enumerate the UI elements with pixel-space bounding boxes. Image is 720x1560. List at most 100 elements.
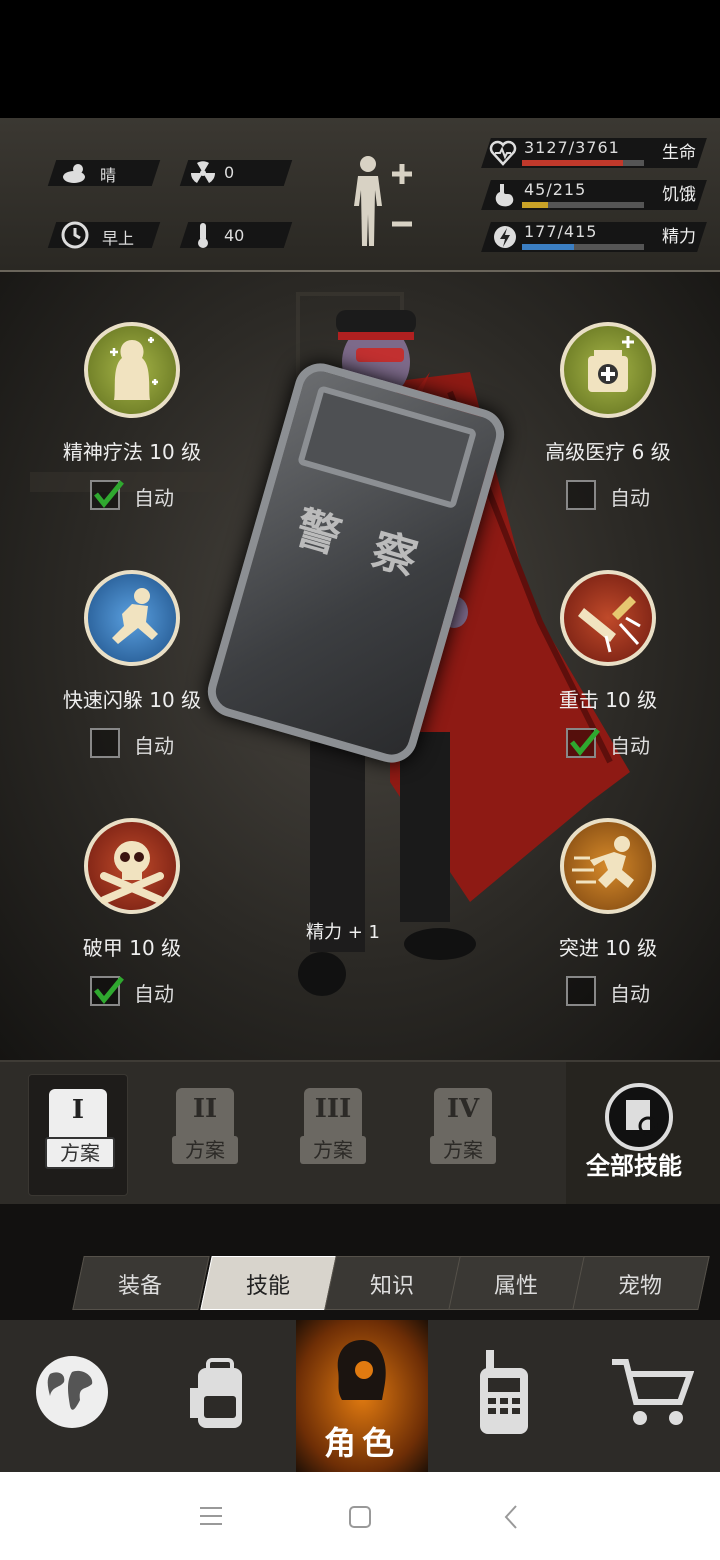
energy-bar-fill bbox=[522, 244, 575, 250]
nav-inventory-button[interactable] bbox=[148, 1320, 294, 1472]
radiation-icon bbox=[190, 161, 216, 183]
body-status-icon[interactable] bbox=[346, 154, 416, 250]
menu-icon[interactable] bbox=[198, 1504, 224, 1528]
nav-shop-button[interactable] bbox=[578, 1320, 720, 1472]
tab-skills-label: 技能 bbox=[245, 1274, 290, 1299]
status-panel: 晴 0 早上 40 3127/3761 生命 45/215 饥饿 177/415… bbox=[0, 118, 720, 272]
skill-quick-dodge-label: 快速闪躲 10 级 bbox=[62, 688, 202, 712]
weather-text: 晴 bbox=[100, 166, 117, 185]
all-skills-label: 全部技能 bbox=[586, 1152, 682, 1180]
walkie-talkie-icon bbox=[480, 1350, 528, 1434]
energy-value: 177/415 bbox=[524, 222, 598, 241]
tabs-area: 装备 技能 知识 属性 宠物 bbox=[0, 1204, 720, 1320]
document-search-icon bbox=[605, 1083, 673, 1151]
skill-mental-therapy-label: 精神疗法 10 级 bbox=[62, 440, 202, 464]
sprint-icon bbox=[572, 836, 634, 888]
all-skills-button[interactable]: 全部技能 bbox=[566, 1062, 720, 1206]
energy-buff-text: 精力 + 1 bbox=[306, 922, 380, 943]
skill-plans-bar: I 方案 II 方案 III 方案 IV 方案 全部技能 bbox=[0, 1060, 720, 1206]
skill-mental-therapy-auto-checkbox[interactable] bbox=[90, 480, 124, 510]
clock-icon bbox=[61, 221, 89, 249]
hunger-label: 饥饿 bbox=[662, 185, 696, 205]
skill-quick-dodge-auto-label: 自动 bbox=[134, 734, 174, 758]
skill-armor-break-label: 破甲 10 级 bbox=[82, 936, 182, 960]
skill-heavy-strike-auto-label: 自动 bbox=[610, 734, 650, 758]
plan-4-button[interactable]: IV 方案 bbox=[414, 1074, 512, 1194]
back-icon[interactable] bbox=[502, 1504, 520, 1530]
top-blank bbox=[0, 0, 720, 118]
hammer-strike-icon bbox=[578, 596, 641, 653]
heart-icon bbox=[489, 140, 517, 166]
plan-2-label: 方案 bbox=[172, 1136, 238, 1164]
skill-charge-auto-checkbox[interactable] bbox=[566, 976, 596, 1006]
skill-charge-auto-label: 自动 bbox=[610, 982, 650, 1006]
home-icon[interactable] bbox=[348, 1505, 372, 1529]
skill-armor-break-button[interactable] bbox=[84, 818, 180, 914]
skill-quick-dodge-button[interactable] bbox=[84, 570, 180, 666]
tab-attributes-label: 属性 bbox=[493, 1274, 538, 1299]
skill-charge-label: 突进 10 级 bbox=[558, 936, 658, 960]
skill-heavy-strike-label: 重击 10 级 bbox=[558, 688, 658, 712]
plan-1-label: 方案 bbox=[45, 1137, 115, 1169]
plan-1-button[interactable]: I 方案 bbox=[28, 1074, 128, 1196]
thermometer-icon bbox=[198, 223, 208, 248]
medkit-icon bbox=[588, 336, 634, 392]
temperature-value: 40 bbox=[224, 226, 245, 245]
plan-2-button[interactable]: II 方案 bbox=[156, 1074, 254, 1194]
skill-advanced-medical-auto-label: 自动 bbox=[610, 486, 650, 510]
nav-radio-button[interactable] bbox=[430, 1320, 576, 1472]
skill-advanced-medical-auto-checkbox[interactable] bbox=[566, 480, 596, 510]
hunger-value: 45/215 bbox=[524, 180, 587, 199]
skill-mental-therapy-auto-label: 自动 bbox=[134, 486, 174, 510]
skill-advanced-medical-button[interactable] bbox=[560, 322, 656, 418]
energy-bolt-icon bbox=[494, 226, 516, 248]
weather-sunny-icon bbox=[63, 164, 85, 183]
background-shelf bbox=[30, 472, 230, 492]
health-bar-fill bbox=[522, 160, 624, 166]
skill-heavy-strike-auto-checkbox[interactable] bbox=[566, 728, 600, 758]
hunger-bar bbox=[522, 202, 644, 208]
skill-armor-break-auto-checkbox[interactable] bbox=[90, 976, 124, 1006]
plan-3-roman: III bbox=[314, 1094, 352, 1124]
time-of-day-text: 早上 bbox=[102, 229, 135, 248]
tab-knowledge-label: 知识 bbox=[369, 1274, 414, 1299]
nav-character-button[interactable]: 角色 bbox=[296, 1320, 428, 1472]
skill-charge-button[interactable] bbox=[560, 818, 656, 914]
checkmark-icon bbox=[94, 976, 124, 1004]
globe-icon bbox=[36, 1356, 108, 1428]
skill-advanced-medical-label: 高级医疗 6 级 bbox=[545, 440, 671, 464]
skill-quick-dodge-auto-checkbox[interactable] bbox=[90, 728, 120, 758]
skull-crossbones-icon bbox=[100, 841, 164, 904]
skill-heavy-strike-button[interactable] bbox=[560, 570, 656, 666]
health-value: 3127/3761 bbox=[524, 138, 620, 157]
plan-4-label: 方案 bbox=[430, 1136, 496, 1164]
energy-bar bbox=[522, 244, 644, 250]
checkmark-icon bbox=[94, 480, 124, 508]
skill-mental-therapy-button[interactable] bbox=[84, 322, 180, 418]
plan-3-label: 方案 bbox=[300, 1136, 366, 1164]
radiation-value: 0 bbox=[224, 163, 235, 182]
checkmark-icon bbox=[570, 728, 600, 756]
skill-armor-break-auto-label: 自动 bbox=[134, 982, 174, 1006]
bottom-nav: 角色 bbox=[0, 1320, 720, 1472]
shield-police-text: 警 察 bbox=[289, 502, 433, 589]
hunger-bar-fill bbox=[522, 202, 548, 208]
shield-visor bbox=[297, 385, 478, 510]
plan-4-roman: IV bbox=[446, 1094, 480, 1124]
nav-character-label: 角色 bbox=[323, 1424, 400, 1462]
shopping-cart-icon bbox=[612, 1359, 694, 1425]
tab-pets-label: 宠物 bbox=[617, 1274, 662, 1299]
health-label: 生命 bbox=[662, 143, 696, 163]
energy-label: 精力 bbox=[662, 227, 696, 247]
health-bar bbox=[522, 160, 644, 166]
plan-3-button[interactable]: III 方案 bbox=[284, 1074, 382, 1194]
plan-1-roman: I bbox=[71, 1095, 85, 1125]
backpack-icon bbox=[190, 1358, 242, 1428]
dodge-icon bbox=[112, 588, 158, 644]
system-nav-bar bbox=[0, 1472, 720, 1560]
stomach-icon bbox=[495, 184, 514, 207]
nav-map-button[interactable] bbox=[0, 1320, 146, 1472]
character-scene: 警 察 精力 + 1 精神疗法 10 级 自动 高级医疗 6 级 自动 快速闪躲… bbox=[0, 272, 720, 1060]
meditation-icon bbox=[110, 337, 158, 400]
character-icon bbox=[337, 1340, 386, 1400]
